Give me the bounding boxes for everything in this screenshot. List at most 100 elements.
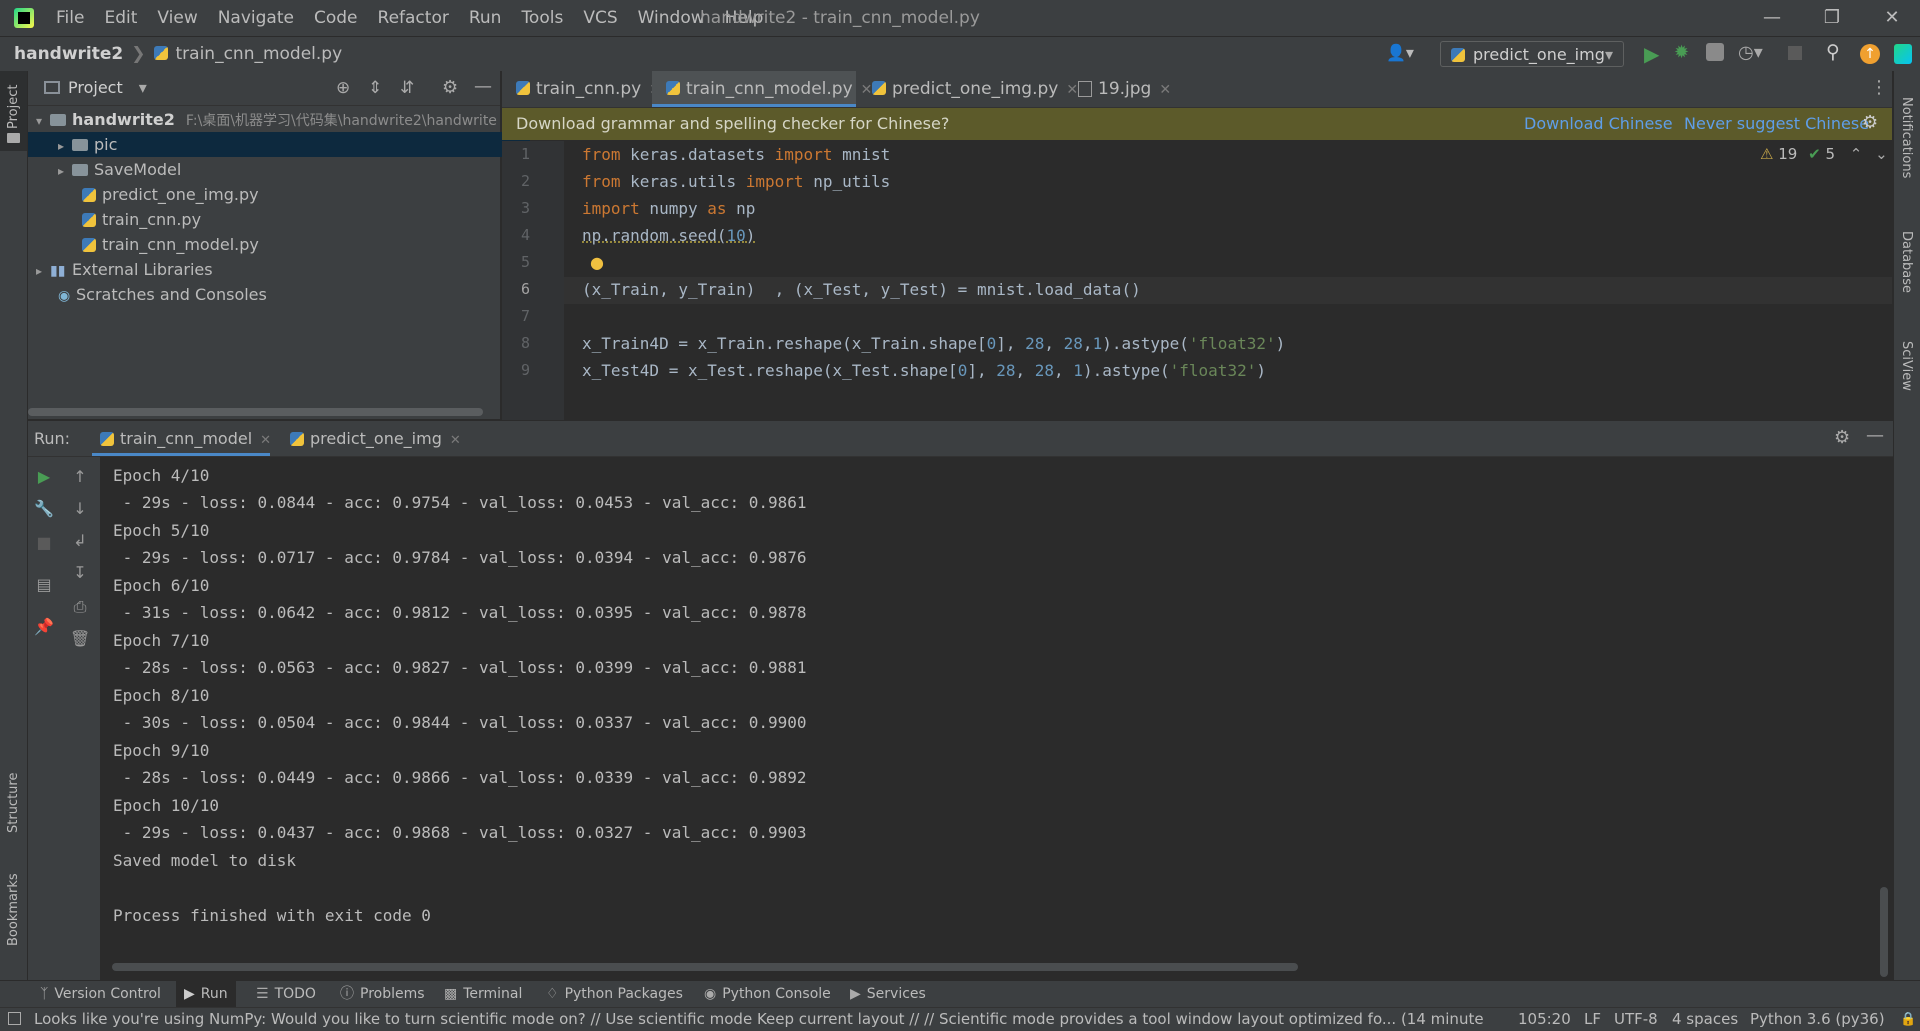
- run-icon[interactable]: ▶: [1644, 42, 1659, 66]
- lightbulb-icon[interactable]: ●: [590, 253, 604, 272]
- tab-run[interactable]: ▶ Run: [176, 981, 236, 1007]
- debug-icon[interactable]: ✹: [1674, 42, 1689, 63]
- notifications-tool-button[interactable]: Notifications: [1894, 81, 1920, 191]
- console-line: - 29s - loss: 0.0717 - acc: 0.9784 - val…: [113, 548, 807, 567]
- tab-python-console[interactable]: ◉ Python Console: [704, 981, 831, 1007]
- print-icon[interactable]: ⎙: [70, 597, 90, 617]
- sciview-tool-button[interactable]: SciView: [1894, 321, 1920, 401]
- tree-item-label: SaveModel: [94, 160, 182, 179]
- menu-tools[interactable]: Tools: [511, 0, 573, 36]
- menu-file[interactable]: File: [46, 0, 94, 36]
- user-icon[interactable]: 👤▾: [1386, 43, 1416, 65]
- run-panel-header: Run: train_cnn_model ✕ predict_one_img ✕ ⚙…: [28, 421, 1893, 457]
- menu-vcs[interactable]: VCS: [573, 0, 627, 36]
- more-tabs-icon[interactable]: ⋮: [1870, 77, 1888, 98]
- restore-icon[interactable]: ❐: [1804, 0, 1860, 36]
- caret-position[interactable]: 105:20: [1518, 1008, 1571, 1031]
- menu-refactor[interactable]: Refactor: [368, 0, 459, 36]
- console-line: Epoch 6/10: [113, 576, 210, 595]
- run-settings-gear-icon[interactable]: ⚙: [1834, 427, 1850, 448]
- line-separator[interactable]: LF: [1584, 1008, 1601, 1031]
- close-tab-icon[interactable]: ✕: [1159, 82, 1171, 98]
- tab-problems[interactable]: ⓘ Problems: [340, 981, 425, 1007]
- menu-view[interactable]: View: [147, 0, 207, 36]
- file-encoding[interactable]: UTF-8: [1614, 1008, 1658, 1031]
- wrench-icon[interactable]: 🔧: [34, 499, 54, 519]
- close-tab-icon[interactable]: ✕: [260, 433, 271, 448]
- breadcrumb-file[interactable]: train_cnn_model.py: [176, 37, 343, 71]
- tab-python-packages[interactable]: ♢ Python Packages: [546, 981, 683, 1007]
- tree-item-train-cnn[interactable]: train_cnn.py: [28, 207, 554, 232]
- download-chinese-link[interactable]: Download Chinese: [1524, 108, 1673, 140]
- tab-todo[interactable]: ☰ TODO: [256, 981, 316, 1007]
- prev-highlight-icon[interactable]: ⌃: [1850, 145, 1863, 163]
- breadcrumb-project[interactable]: handwrite2: [14, 37, 123, 71]
- hide-panel-icon[interactable]: —: [474, 76, 492, 97]
- scroll-to-end-icon[interactable]: ↧: [70, 563, 90, 583]
- code-editor[interactable]: 1 2 3 4 5 6 7 8 9 from keras.datasets im…: [502, 141, 1892, 420]
- stop-icon[interactable]: [1788, 46, 1802, 60]
- layout-icon[interactable]: ▤: [34, 575, 54, 595]
- pin-icon[interactable]: 📌: [34, 617, 54, 637]
- tree-item-pic[interactable]: ▸ pic: [28, 132, 530, 157]
- update-icon[interactable]: ↑: [1860, 44, 1880, 64]
- tab-services[interactable]: ▶ Services: [850, 981, 926, 1007]
- lock-icon[interactable]: 🔒: [1900, 1012, 1916, 1027]
- tab-terminal[interactable]: ▩ Terminal: [444, 981, 522, 1007]
- menu-navigate[interactable]: Navigate: [208, 0, 304, 36]
- run-configuration-select[interactable]: predict_one_img ▾: [1440, 41, 1624, 67]
- search-icon[interactable]: ⚲: [1826, 41, 1840, 63]
- scroll-up-icon[interactable]: ↑: [70, 467, 90, 487]
- menu-run[interactable]: Run: [459, 0, 512, 36]
- next-highlight-icon[interactable]: ⌄: [1875, 145, 1888, 163]
- structure-tool-button[interactable]: Structure: [0, 761, 27, 841]
- tree-item-scratches[interactable]: ◉ Scratches and Consoles: [28, 282, 530, 307]
- run-tab-predict-one-img[interactable]: predict_one_img ✕: [282, 421, 470, 456]
- tab-train-cnn[interactable]: train_cnn.py✕: [502, 71, 664, 107]
- collapse-all-icon[interactable]: ⇵: [400, 78, 414, 98]
- tree-item-predict-one-img[interactable]: predict_one_img.py: [28, 182, 554, 207]
- tab-19-jpg[interactable]: 19.jpg ✕: [1064, 71, 1178, 107]
- inspection-widget[interactable]: ⚠ 19 ✔ 5 ⌃ ⌄: [1760, 145, 1888, 163]
- trash-icon[interactable]: 🗑: [70, 629, 90, 649]
- status-bar: Looks like you're using NumPy: Would you…: [0, 1007, 1920, 1031]
- menu-code[interactable]: Code: [304, 0, 368, 36]
- tab-train-cnn-model[interactable]: train_cnn_model.py ✕: [652, 71, 872, 107]
- coverage-icon[interactable]: [1706, 43, 1724, 61]
- tree-item-external-libraries[interactable]: ▸ ▮▮ External Libraries: [28, 257, 508, 282]
- scroll-down-icon[interactable]: ↓: [70, 499, 90, 519]
- database-tool-button[interactable]: Database: [1894, 211, 1920, 301]
- locate-icon[interactable]: ⊕: [336, 78, 350, 98]
- run-tab-train-cnn-model[interactable]: train_cnn_model ✕: [92, 421, 271, 456]
- minimize-icon[interactable]: —: [1744, 0, 1800, 36]
- project-view-select[interactable]: Project ▾: [68, 71, 147, 105]
- profile-icon[interactable]: ◷▾: [1738, 42, 1763, 63]
- run-console[interactable]: Epoch 4/10 - 29s - loss: 0.0844 - acc: 0…: [100, 457, 1893, 995]
- project-tool-button[interactable]: Project: [0, 71, 27, 151]
- bookmarks-tool-button[interactable]: Bookmarks: [0, 861, 27, 961]
- tab-predict-one-img[interactable]: predict_one_img.py ✕: [858, 71, 1078, 107]
- banner-gear-icon[interactable]: ⚙: [1862, 112, 1878, 133]
- close-window-icon[interactable]: ✕: [1864, 0, 1920, 36]
- toolbox-icon[interactable]: [1894, 44, 1912, 64]
- horizontal-scrollbar[interactable]: [28, 408, 483, 416]
- close-tab-icon[interactable]: ✕: [450, 433, 461, 448]
- gear-icon[interactable]: ⚙: [442, 77, 458, 98]
- console-horizontal-scrollbar[interactable]: [112, 963, 1298, 971]
- status-toggle-icon[interactable]: [8, 1012, 21, 1025]
- rerun-icon[interactable]: ▶: [34, 467, 54, 487]
- indent-setting[interactable]: 4 spaces: [1672, 1008, 1738, 1031]
- console-vertical-scrollbar[interactable]: [1880, 887, 1888, 977]
- menu-edit[interactable]: Edit: [94, 0, 147, 36]
- tree-item-savemodel[interactable]: ▸ SaveModel: [28, 157, 530, 182]
- stop-run-icon[interactable]: ■: [34, 533, 54, 553]
- tree-item-train-cnn-model[interactable]: train_cnn_model.py: [28, 232, 554, 257]
- tree-root[interactable]: ▾ handwrite2 F:\桌面\机器学习\代码集\handwrite2\ha…: [28, 107, 508, 132]
- python-interpreter[interactable]: Python 3.6 (py36): [1750, 1008, 1898, 1031]
- tab-version-control[interactable]: ᛉ Version Control: [40, 981, 161, 1007]
- status-message[interactable]: Looks like you're using NumPy: Would you…: [34, 1008, 1484, 1031]
- hide-run-panel-icon[interactable]: —: [1866, 425, 1884, 446]
- soft-wrap-icon[interactable]: ↲: [70, 531, 90, 551]
- never-suggest-link[interactable]: Never suggest Chinese: [1684, 108, 1869, 140]
- expand-all-icon[interactable]: ⇕: [368, 78, 382, 98]
